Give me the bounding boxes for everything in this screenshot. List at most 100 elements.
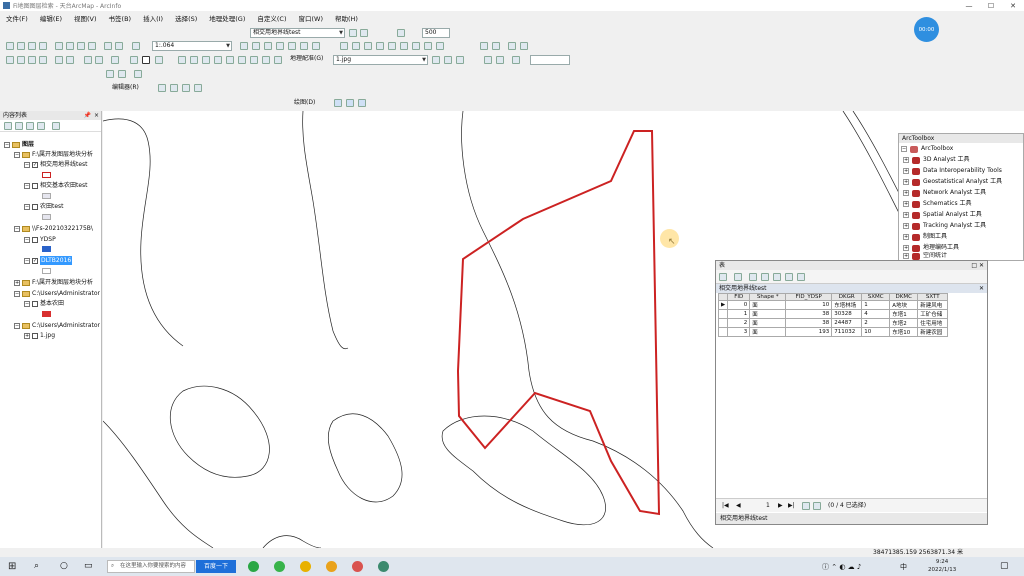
zoom-value-combo[interactable]: 500 <box>422 28 450 38</box>
close-button[interactable]: ✕ <box>1002 0 1024 11</box>
recording-badge[interactable]: 00:00 <box>914 17 939 42</box>
table-window-controls[interactable]: □ ✕ <box>971 261 984 270</box>
previous-record-button[interactable]: ◀ <box>736 499 741 513</box>
folder-icon[interactable] <box>326 561 337 572</box>
close-icon[interactable]: × <box>94 111 99 120</box>
expand-icon[interactable]: + <box>903 245 909 251</box>
switch-selection-icon[interactable] <box>761 273 769 281</box>
toc-group-2[interactable]: − \\Fs-20210322175B\ <box>14 224 93 233</box>
rotate-icon[interactable] <box>456 56 464 64</box>
layout-pan-icon[interactable] <box>364 42 372 50</box>
toc-icon[interactable] <box>252 42 260 50</box>
close-icon[interactable]: ✕ <box>979 284 984 293</box>
row-selector[interactable]: ▶ <box>717 300 729 310</box>
paste-icon[interactable] <box>77 42 85 50</box>
ime-indicator[interactable]: 中 <box>900 562 907 572</box>
toggle-draft-icon[interactable] <box>480 42 488 50</box>
zoom-icon[interactable] <box>397 29 405 37</box>
sketch-tool-icon[interactable] <box>170 84 178 92</box>
add-data-icon[interactable] <box>132 42 140 50</box>
find-icon[interactable] <box>178 56 186 64</box>
add-control-points-icon[interactable] <box>432 56 440 64</box>
wechat-icon[interactable] <box>248 561 259 572</box>
collapse-icon[interactable]: − <box>14 151 20 158</box>
layer-visibility-checkbox[interactable] <box>32 300 38 307</box>
python-icon[interactable] <box>300 42 308 50</box>
arctoolbox-icon[interactable] <box>288 42 296 50</box>
shift-icon[interactable] <box>484 56 492 64</box>
collapse-icon[interactable]: − <box>14 322 20 329</box>
toolbox-item[interactable]: + Spatial Analyst 工具 <box>903 210 982 220</box>
toc-layer-jpg[interactable]: +1.jpg <box>24 331 55 340</box>
taskbar-search-button[interactable]: 百度一下 <box>196 560 236 573</box>
delete-selected-icon[interactable] <box>785 273 793 281</box>
menu-edit[interactable]: 编辑(E) <box>40 13 62 23</box>
column-header[interactable]: Shape * <box>749 293 787 301</box>
zoom-in-icon[interactable] <box>6 56 14 64</box>
taskbar-clock[interactable]: 9:24 2022/1/13 <box>928 558 956 574</box>
layout-zoom-100-icon[interactable] <box>436 42 444 50</box>
collapse-icon[interactable]: − <box>24 161 30 168</box>
transparency-value[interactable] <box>530 55 570 65</box>
editor-toolbar-icon[interactable] <box>240 42 248 50</box>
layer-visibility-checkbox[interactable]: ✓ <box>32 257 38 264</box>
layout-forward-icon[interactable] <box>424 42 432 50</box>
catalog-icon[interactable] <box>264 42 272 50</box>
column-header[interactable]: DKGR <box>831 293 863 301</box>
menu-geoprocessing[interactable]: 地理处理(G) <box>209 13 245 23</box>
rotate-element-icon[interactable] <box>118 70 126 78</box>
show-selected-records-icon[interactable] <box>813 502 821 510</box>
record-number[interactable]: 1 <box>766 499 770 513</box>
toc-layer-ydsp[interactable]: − YDSP <box>24 235 56 244</box>
expand-icon[interactable]: + <box>903 157 909 163</box>
toc-layer-dltb[interactable]: − ✓ DLTB2016 <box>24 256 73 265</box>
toolbox-item[interactable]: + 制图工具 <box>903 232 947 242</box>
menu-help[interactable]: 帮助(H) <box>335 13 358 23</box>
toolbox-item[interactable]: + Data Interoperability Tools <box>903 166 1002 176</box>
toc-layer-ydjx[interactable]: − ✓ 相交用地界线test <box>24 160 88 169</box>
toc-group-4[interactable]: − C:\Users\Administrator <box>14 289 100 298</box>
taskbar-search-input[interactable]: ⌕ 在这里输入你要搜索的内容 <box>107 560 195 573</box>
identify-icon[interactable] <box>155 56 163 64</box>
hyperlink-icon[interactable] <box>202 56 210 64</box>
arcmap-icon[interactable] <box>378 561 389 572</box>
view-link-table-icon[interactable] <box>444 56 452 64</box>
modelbuilder-icon[interactable] <box>312 42 320 50</box>
toc-data-frame[interactable]: − 图层 <box>4 140 34 149</box>
next-record-button[interactable]: ▶ <box>778 499 783 513</box>
layer-combo[interactable]: 相交用地界线test ▼ <box>250 28 345 38</box>
menu-selection[interactable]: 选择(S) <box>175 13 197 23</box>
toolbox-item[interactable]: + Geostatistical Analyst 工具 <box>903 177 1002 187</box>
notification-icon[interactable]: ▢ <box>1000 561 1009 571</box>
scale-icon[interactable] <box>496 56 504 64</box>
collapse-icon[interactable]: − <box>24 236 30 243</box>
layout-zoom-out-icon[interactable] <box>352 42 360 50</box>
show-all-records-icon[interactable] <box>802 502 810 510</box>
table-row[interactable]: 1 面 38 30328 4 东塔1 工矿仓储 <box>717 309 949 319</box>
toc-group-5[interactable]: − C:\Users\Administrator <box>14 321 100 330</box>
layer-visibility-checkbox[interactable]: ✓ <box>32 161 38 168</box>
first-record-button[interactable]: |◀ <box>722 499 729 513</box>
select-features-icon[interactable] <box>111 56 119 64</box>
chrome-icon[interactable] <box>300 561 311 572</box>
new-rectangle-icon[interactable] <box>106 70 114 78</box>
georeferencing-label[interactable]: 地理配准(G) <box>288 55 328 65</box>
wechat-work-icon[interactable] <box>274 561 285 572</box>
change-layout-icon[interactable] <box>508 42 516 50</box>
magnifier-icon[interactable] <box>262 56 270 64</box>
table-row[interactable]: ▶ 0 面 10 东塔林场 1 A地块 新建风电 <box>717 300 949 310</box>
copy-icon[interactable] <box>66 42 74 50</box>
swipe-icon[interactable] <box>349 29 357 37</box>
snap-edge-icon[interactable] <box>358 99 366 107</box>
reshape-tool-icon[interactable] <box>194 84 202 92</box>
collapse-icon[interactable]: − <box>24 182 30 189</box>
collapse-icon[interactable]: − <box>901 146 907 152</box>
forward-icon[interactable] <box>95 56 103 64</box>
layout-full-icon[interactable] <box>376 42 384 50</box>
menu-bookmarks[interactable]: 书签(B) <box>109 13 132 23</box>
expand-icon[interactable]: + <box>903 223 909 229</box>
table-row[interactable]: 3 面 193 711032 10 东塔10 新建农园 <box>717 327 949 337</box>
toc-layer-jbnt2[interactable]: − 基本农田 <box>24 299 64 308</box>
layout-back-icon[interactable] <box>412 42 420 50</box>
undo-icon[interactable] <box>104 42 112 50</box>
